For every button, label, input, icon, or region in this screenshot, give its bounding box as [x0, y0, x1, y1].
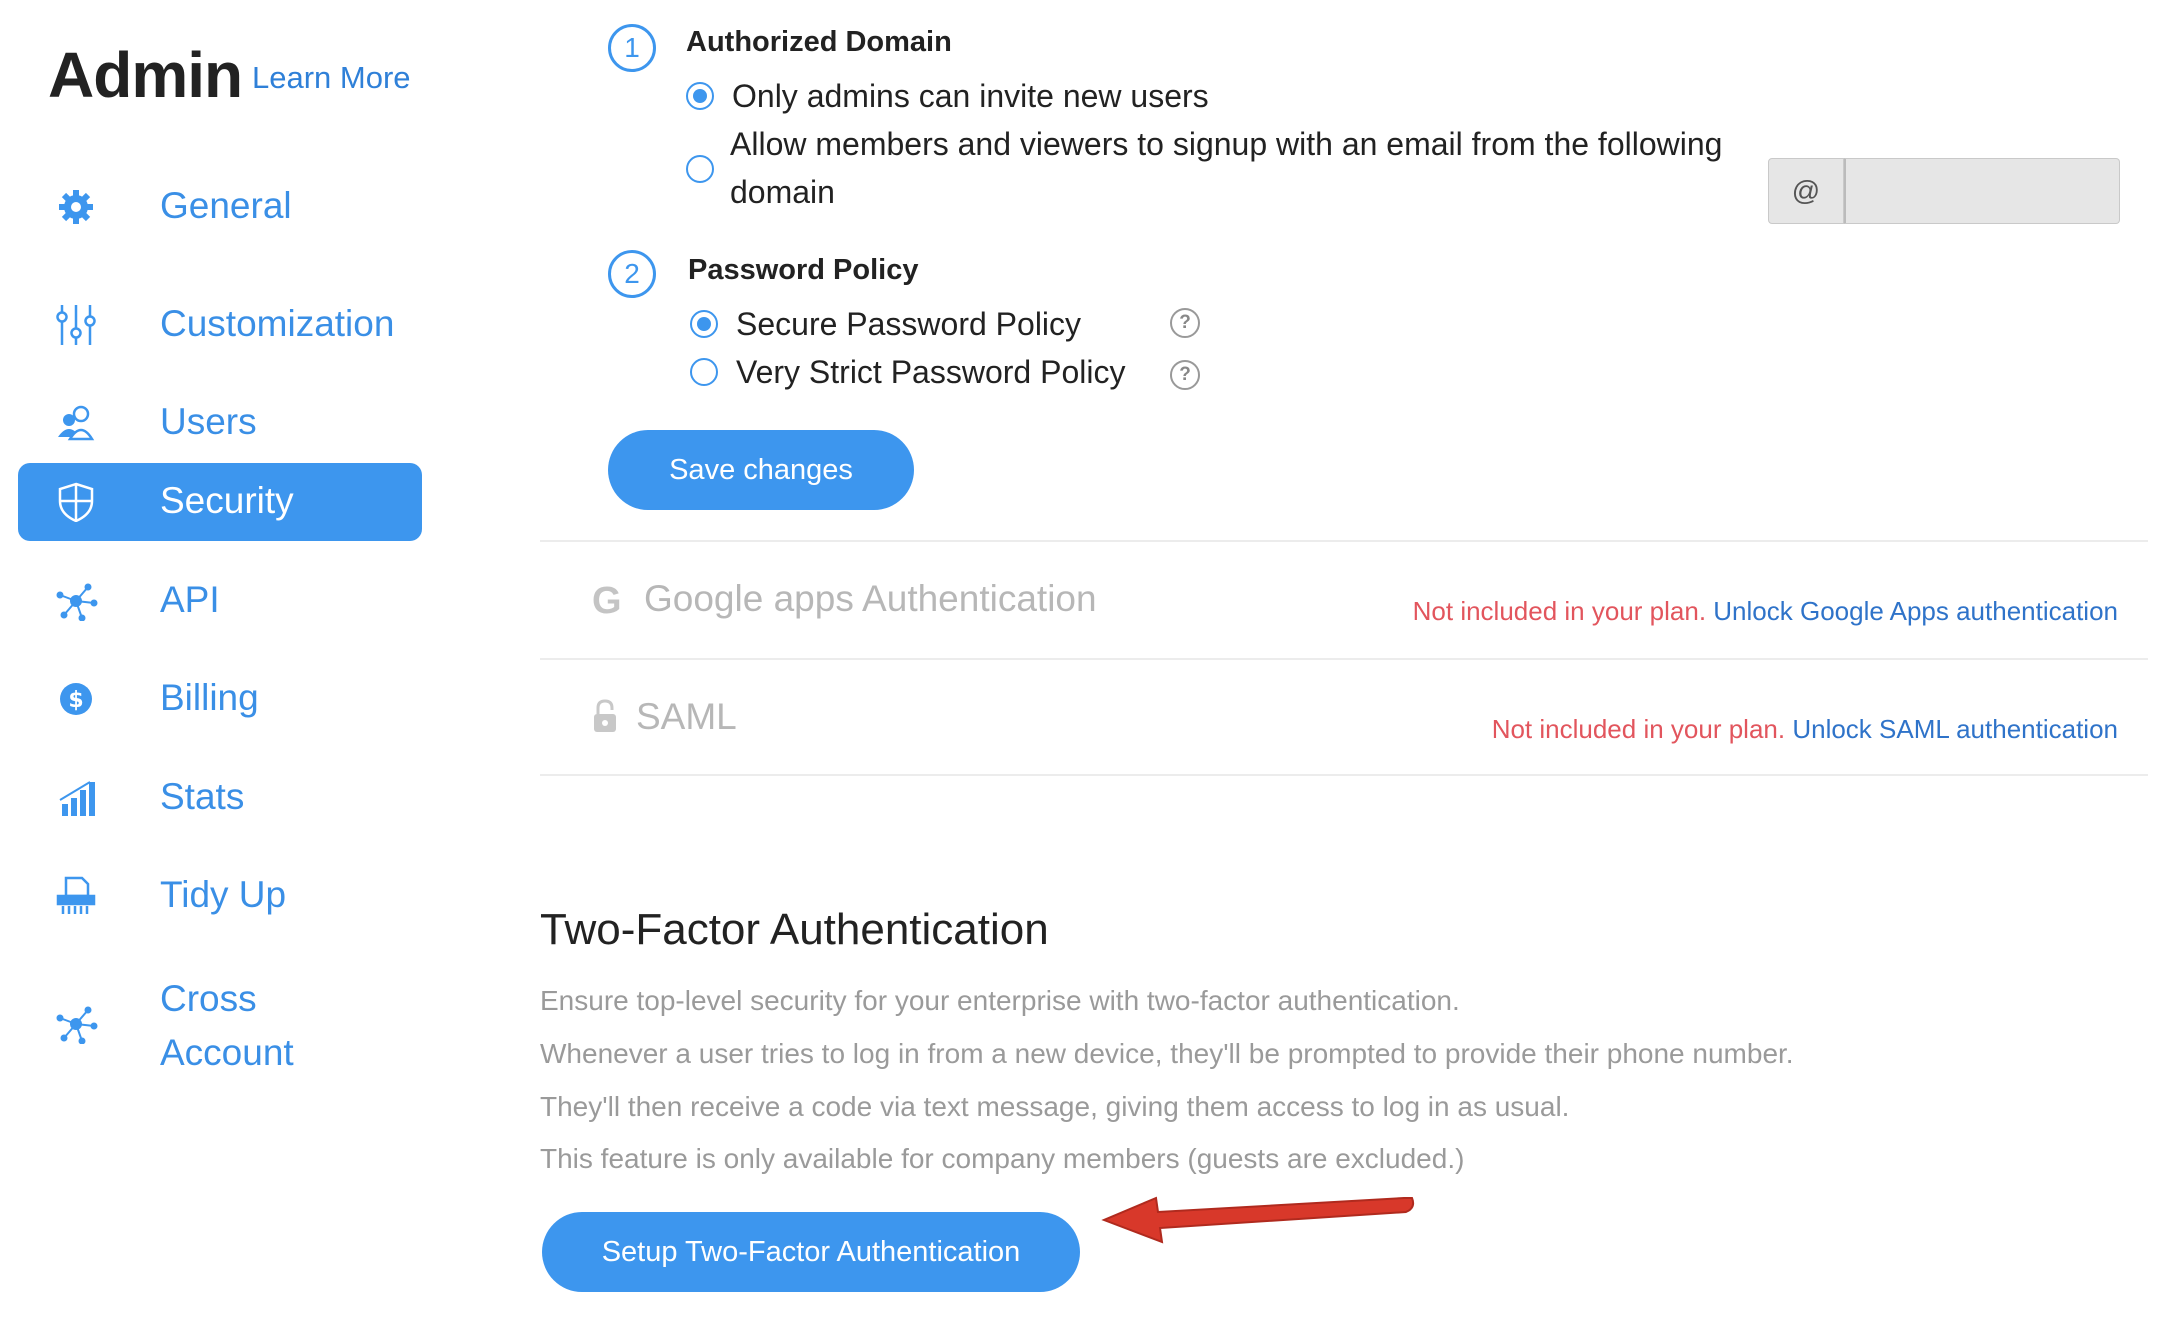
radio-secure-policy[interactable]	[690, 310, 718, 338]
sidebar-item-general[interactable]: General	[18, 168, 422, 246]
sidebar-item-label: API	[160, 579, 220, 620]
saml-plan-message: Not included in your plan. Unlock SAML a…	[1492, 714, 2118, 745]
radio-label-allow-domain: Allow members and viewers to signup with…	[730, 126, 1723, 210]
sidebar-item-label: Users	[160, 401, 257, 442]
sidebar-item-label: Security	[160, 480, 294, 521]
sidebar-item-users[interactable]: Users	[18, 384, 422, 462]
learn-more-link[interactable]: Learn More	[252, 60, 411, 96]
network-icon	[54, 581, 98, 621]
two-factor-description-line: They'll then receive a code via text mes…	[540, 1091, 1570, 1122]
two-factor-description-line: Ensure top-level security for your enter…	[540, 985, 1460, 1016]
divider	[540, 658, 2148, 660]
radio-label-only-admins: Only admins can invite new users	[732, 78, 1209, 114]
google-auth-plan-message: Not included in your plan. Unlock Google…	[1413, 596, 2118, 627]
network-icon	[54, 1004, 98, 1044]
sidebar-item-customization[interactable]: Customization	[18, 286, 422, 364]
setup-two-factor-button[interactable]: Setup Two-Factor Authentication	[542, 1212, 1080, 1292]
shredder-icon	[54, 876, 98, 916]
help-icon[interactable]: ?	[1170, 308, 1200, 338]
two-factor-description-line: Whenever a user tries to log in from a n…	[540, 1038, 1794, 1069]
at-symbol-addon: @	[1768, 158, 1844, 224]
divider	[540, 774, 2148, 776]
svg-text:$: $	[68, 688, 83, 713]
sidebar-item-tidy-up[interactable]: Tidy Up	[18, 857, 422, 935]
step-2-badge: 2	[608, 250, 656, 298]
save-changes-button[interactable]: Save changes	[608, 430, 914, 510]
sidebar-item-label: Tidy Up	[160, 874, 287, 915]
bar-chart-icon	[54, 778, 98, 818]
sidebar-item-stats[interactable]: Stats	[18, 759, 422, 837]
lock-icon	[592, 698, 618, 734]
google-icon: G	[592, 580, 622, 622]
divider	[540, 540, 2148, 542]
authorized-domain-title: Authorized Domain	[686, 26, 952, 58]
users-icon	[54, 403, 98, 443]
sidebar-item-label: Billing	[160, 677, 259, 718]
step-1-badge: 1	[608, 24, 656, 72]
radio-allow-domain-signup[interactable]	[686, 155, 714, 183]
gear-icon	[54, 187, 98, 227]
two-factor-heading: Two-Factor Authentication	[540, 905, 1049, 954]
not-included-text: Not included in your plan.	[1491, 714, 1786, 744]
shield-icon	[54, 482, 98, 522]
sidebar-item-label: Stats	[160, 776, 245, 817]
sidebar-item-label: General	[160, 185, 292, 226]
not-included-text: Not included in your plan.	[1412, 596, 1707, 626]
saml-title: SAML	[636, 696, 737, 737]
radio-label-very-strict-policy: Very Strict Password Policy	[736, 354, 1126, 390]
sidebar-item-label: Cross Account	[160, 978, 294, 1073]
sidebar-item-security[interactable]: Security	[18, 463, 422, 541]
unlock-saml-link[interactable]: Unlock SAML authentication	[1792, 714, 2118, 744]
google-auth-title: Google apps Authentication	[644, 578, 1097, 619]
sidebar-item-billing[interactable]: $ Billing	[18, 660, 422, 738]
dollar-icon: $	[54, 679, 98, 719]
password-policy-title: Password Policy	[688, 254, 919, 286]
sidebar-item-label: Customization	[160, 303, 395, 344]
radio-label-secure-policy: Secure Password Policy	[736, 306, 1082, 342]
admin-title: Admin	[48, 39, 243, 111]
domain-input-group: @	[1768, 158, 2120, 226]
radio-very-strict-policy[interactable]	[690, 358, 718, 386]
unlock-google-apps-link[interactable]: Unlock Google Apps authentication	[1713, 596, 2118, 626]
sidebar-item-cross-account[interactable]: Cross Account	[18, 968, 422, 1078]
sliders-icon	[54, 305, 98, 345]
sidebar-item-api[interactable]: API	[18, 562, 422, 640]
two-factor-description-line: This feature is only available for compa…	[540, 1143, 1465, 1174]
annotation-arrow	[1101, 1196, 1415, 1244]
radio-only-admins[interactable]	[686, 82, 714, 110]
domain-field[interactable]	[1844, 158, 2120, 224]
help-icon[interactable]: ?	[1170, 360, 1200, 390]
